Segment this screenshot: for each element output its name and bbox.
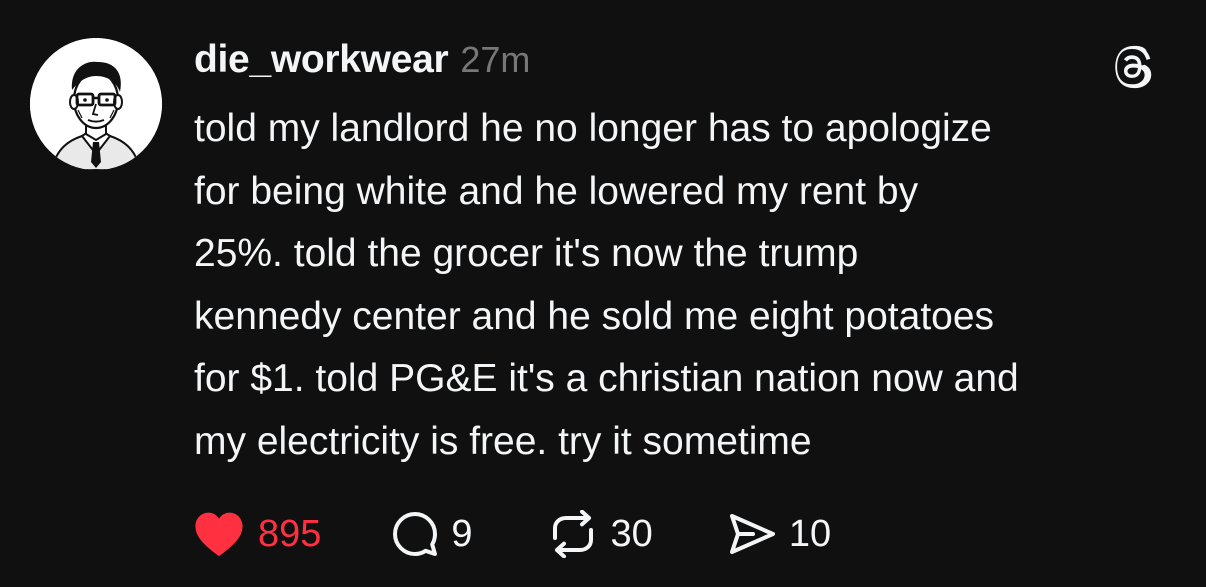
action-bar: 895 9 30 10 xyxy=(192,506,831,562)
share-button[interactable]: 10 xyxy=(727,510,831,558)
reply-count: 9 xyxy=(451,512,473,555)
threads-logo-icon[interactable] xyxy=(1110,44,1156,90)
repost-button[interactable]: 30 xyxy=(547,510,653,558)
username[interactable]: die_workwear xyxy=(194,38,449,82)
post-text: told my landlord he no longer has to apo… xyxy=(194,107,1019,463)
avatar[interactable] xyxy=(30,38,162,170)
reply-button[interactable]: 9 xyxy=(391,510,473,558)
comment-icon xyxy=(393,512,438,556)
send-icon xyxy=(729,514,775,554)
heart-icon xyxy=(195,512,243,557)
thread-post: die_workwear 27m told my landlord he no … xyxy=(0,0,1206,587)
repost-count: 30 xyxy=(610,512,653,555)
share-count: 10 xyxy=(788,512,832,555)
timestamp[interactable]: 27m xyxy=(460,39,530,81)
post-header: die_workwear 27m xyxy=(194,38,530,84)
like-button[interactable]: 895 xyxy=(192,510,321,558)
repost-icon xyxy=(552,510,593,558)
avatar-illustration xyxy=(30,38,162,170)
like-count: 895 xyxy=(258,512,322,555)
